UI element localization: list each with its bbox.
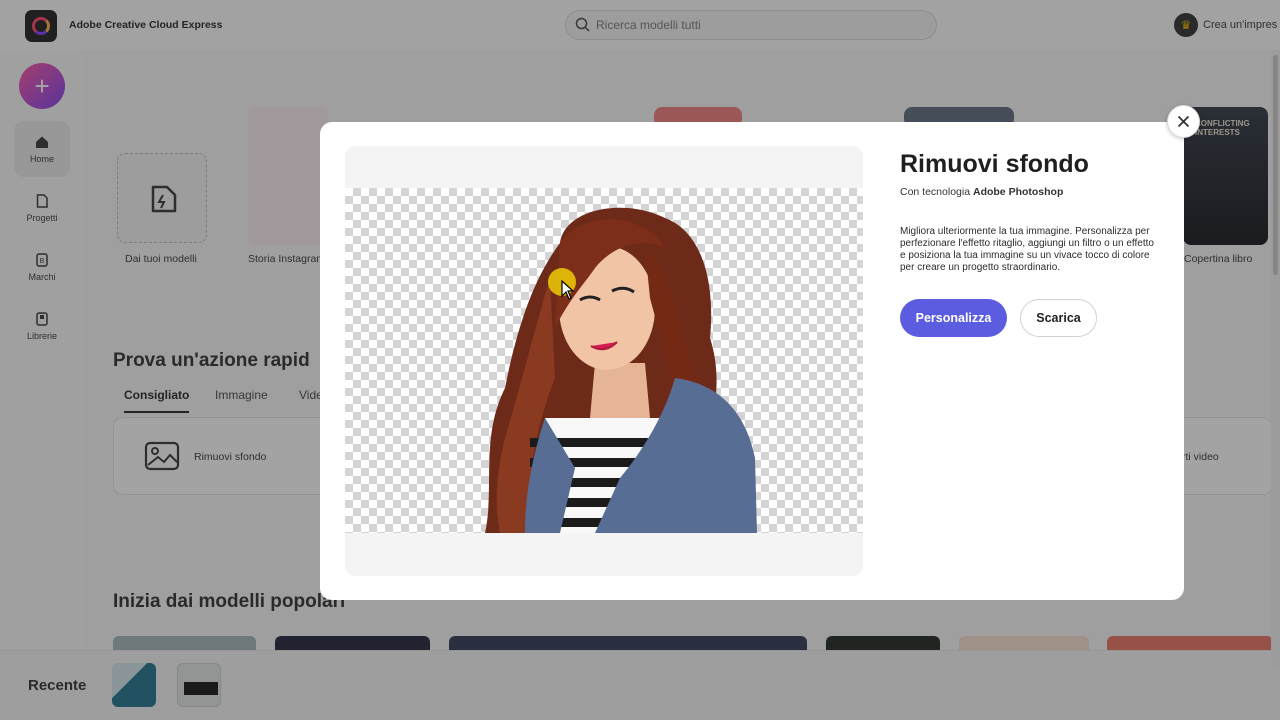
dialog-subtitle: Con tecnologia Adobe Photoshop bbox=[900, 186, 1063, 198]
customize-button[interactable]: Personalizza bbox=[900, 299, 1007, 337]
close-icon bbox=[1177, 115, 1190, 128]
dialog-title: Rimuovi sfondo bbox=[900, 150, 1089, 178]
image-preview bbox=[345, 146, 863, 576]
subtitle-brand: Adobe Photoshop bbox=[972, 186, 1064, 198]
close-dialog-button[interactable] bbox=[1167, 105, 1200, 138]
cursor-icon bbox=[561, 280, 575, 300]
download-button[interactable]: Scarica bbox=[1020, 299, 1097, 337]
subtitle-prefix: Con tecnologia bbox=[900, 186, 971, 198]
dialog-description: Migliora ulteriormente la tua immagine. … bbox=[900, 226, 1154, 273]
cutout-person-image bbox=[485, 207, 757, 533]
